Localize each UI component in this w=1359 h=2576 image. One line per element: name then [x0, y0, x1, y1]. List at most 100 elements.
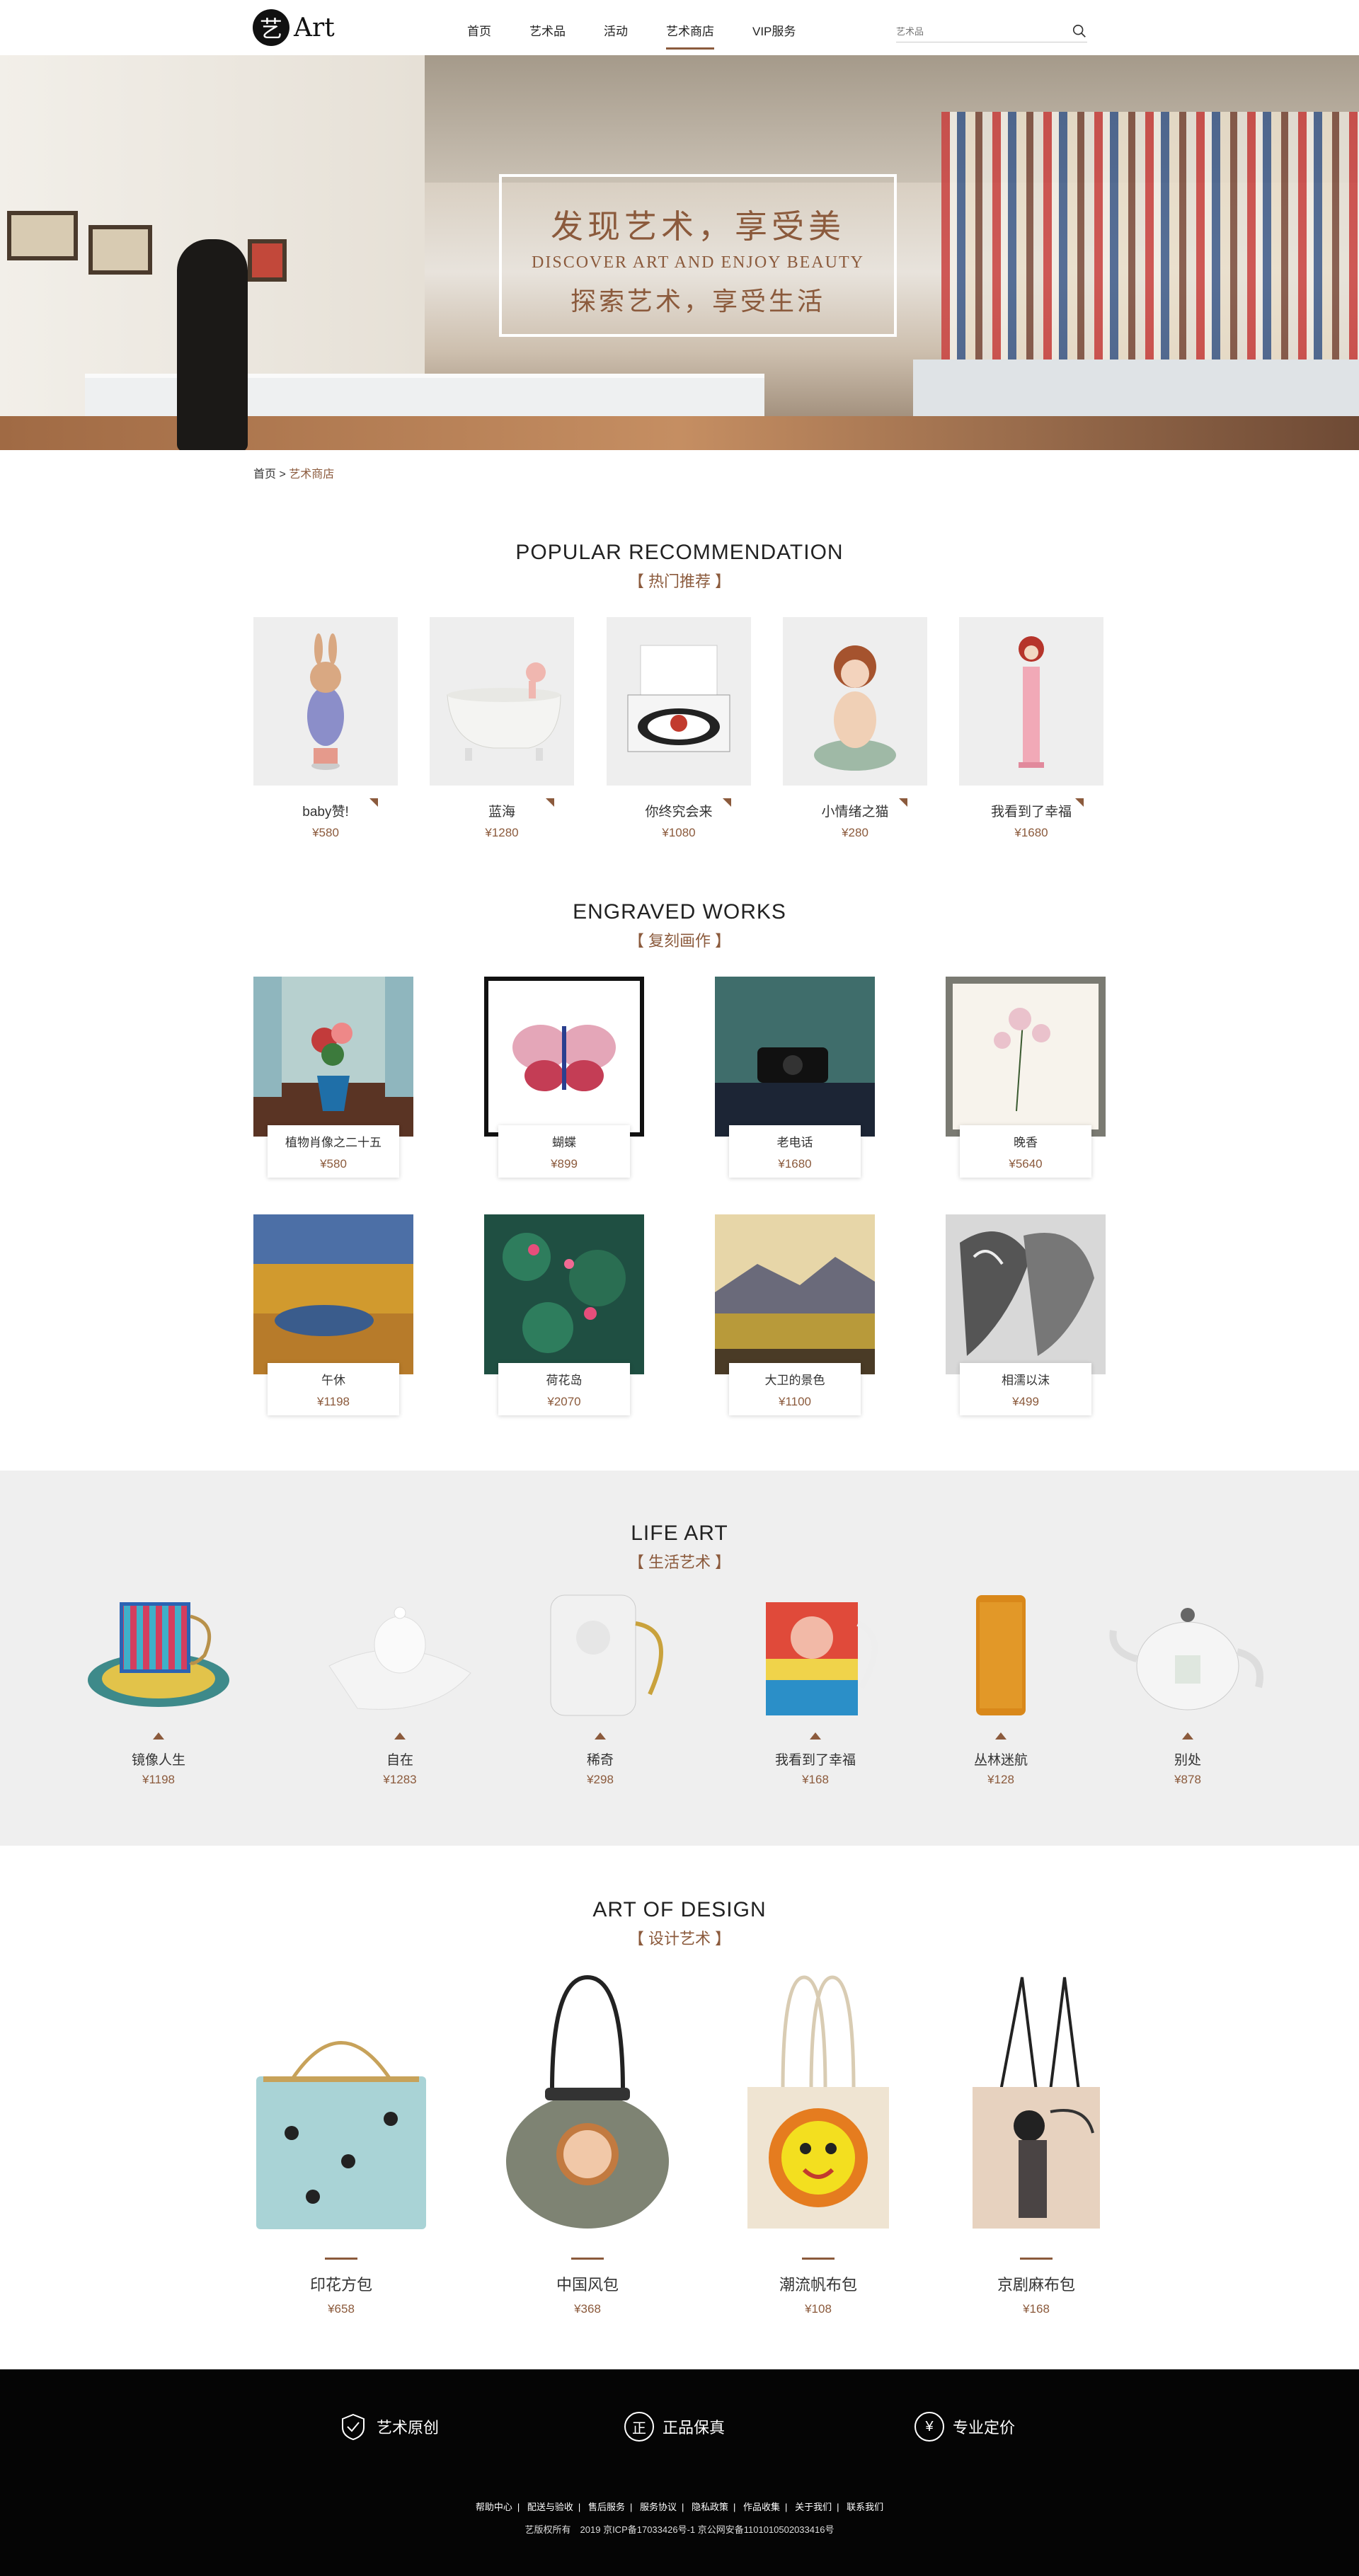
design-product[interactable]: 印花方包 ¥658: [249, 1963, 433, 2316]
design-product-image[interactable]: [944, 1963, 1128, 2232]
artwork-image[interactable]: [253, 977, 413, 1137]
artwork-price: ¥1680: [778, 1157, 812, 1171]
design-product-image[interactable]: [249, 1963, 433, 2232]
copyright-text: 艺版权所有 2019 京ICP备17033426号-1 京公网安备1101010…: [524, 2524, 835, 2535]
marker-icon: [394, 1732, 406, 1740]
artwork-card[interactable]: 蝴蝶 ¥899: [484, 977, 644, 1178]
artwork-image[interactable]: [946, 1214, 1106, 1374]
life-product[interactable]: 稀奇 ¥298: [508, 1588, 692, 1787]
artwork-card[interactable]: 老电话 ¥1680: [715, 977, 875, 1178]
product-image[interactable]: [253, 617, 398, 786]
design-product[interactable]: 中国风包 ¥368: [495, 1963, 680, 2316]
product-image[interactable]: [783, 617, 927, 786]
life-product-image[interactable]: [1096, 1588, 1280, 1723]
product-image[interactable]: [607, 617, 751, 786]
main-nav: 首页 艺术品 活动 艺术商店 VIP服务: [467, 0, 834, 55]
section-title-cn: 【 热门推荐 】: [628, 573, 731, 590]
artwork-image[interactable]: [715, 1214, 875, 1374]
footer-link-about[interactable]: 关于我们: [795, 2502, 832, 2512]
artwork-image[interactable]: [946, 977, 1106, 1137]
artwork-image[interactable]: [484, 977, 644, 1137]
artwork-card[interactable]: 午休 ¥1198: [253, 1214, 413, 1415]
artwork-card[interactable]: 荷花岛 ¥2070: [484, 1214, 644, 1415]
site-logo[interactable]: 艺 Art: [253, 9, 335, 46]
product-name: 蓝海: [430, 798, 574, 820]
artwork-image[interactable]: [484, 1214, 644, 1374]
life-product-image[interactable]: [67, 1588, 251, 1723]
section-title-en: LIFE ART: [631, 1522, 728, 1545]
footer-link-terms[interactable]: 服务协议: [640, 2502, 677, 2512]
search-input[interactable]: [896, 21, 1052, 41]
artwork-price: ¥1198: [316, 1395, 350, 1408]
section-title-cn: 【 生活艺术 】: [628, 1553, 731, 1571]
footer-link-contact[interactable]: 联系我们: [847, 2502, 883, 2512]
life-product-price: ¥298: [587, 1773, 614, 1786]
accent-line: [571, 2258, 604, 2260]
design-product-name: 潮流帆布包: [779, 2276, 857, 2294]
footer-link-after-sales[interactable]: 售后服务: [588, 2502, 625, 2512]
nav-item-events[interactable]: 活动: [604, 0, 628, 55]
nav-item-artworks[interactable]: 艺术品: [529, 0, 566, 55]
hero-text-box: 发现艺术，享受美 DISCOVER ART AND ENJOY BEAUTY 探…: [499, 174, 897, 337]
accent-line: [325, 2258, 357, 2260]
life-product[interactable]: 自在 ¥1283: [308, 1588, 492, 1787]
product-image[interactable]: [959, 617, 1103, 786]
artwork-info: 午休 ¥1198: [268, 1363, 399, 1415]
design-product[interactable]: 京剧麻布包 ¥168: [944, 1963, 1128, 2316]
hero-tagline: 探索艺术，享受生活: [570, 287, 825, 316]
accent-line: [1020, 2258, 1053, 2260]
life-product[interactable]: 丛林迷航 ¥128: [909, 1588, 1093, 1787]
life-product-name: 镜像人生: [131, 1753, 185, 1768]
life-product-image[interactable]: [508, 1588, 692, 1723]
accent-line: [802, 2258, 835, 2260]
life-product-name: 我看到了幸福: [774, 1753, 856, 1768]
hero-frame: [248, 239, 287, 282]
product-card[interactable]: 你终究会来 ¥1080: [607, 617, 751, 840]
marker-icon: [810, 1732, 821, 1740]
artwork-card[interactable]: 晚香 ¥5640: [946, 977, 1106, 1178]
breadcrumb-home[interactable]: 首页: [253, 468, 276, 481]
artwork-image[interactable]: [715, 977, 875, 1137]
hero-frame: [7, 211, 78, 260]
product-card[interactable]: baby赞! ¥580: [253, 617, 398, 840]
artwork-card[interactable]: 相濡以沫 ¥499: [946, 1214, 1106, 1415]
product-card[interactable]: 蓝海 ¥1280: [430, 617, 574, 840]
life-product-name: 自在: [386, 1753, 413, 1768]
life-product-price: ¥878: [1174, 1773, 1201, 1786]
design-product[interactable]: 潮流帆布包 ¥108: [726, 1963, 910, 2316]
footer-link-delivery[interactable]: 配送与验收: [527, 2502, 573, 2512]
search-icon[interactable]: [1072, 23, 1087, 39]
life-product[interactable]: 镜像人生 ¥1198: [67, 1588, 251, 1787]
design-product-image[interactable]: [726, 1963, 910, 2232]
footer-link-collection[interactable]: 作品收集: [743, 2502, 780, 2512]
product-card[interactable]: 小情绪之猫 ¥280: [783, 617, 927, 840]
product-card[interactable]: 我看到了幸福 ¥1680: [959, 617, 1103, 840]
nav-item-art-store[interactable]: 艺术商店: [666, 0, 714, 55]
artwork-card[interactable]: 植物肖像之二十五 ¥580: [253, 977, 413, 1178]
marker-icon: [995, 1732, 1007, 1740]
artwork-image[interactable]: [253, 1214, 413, 1374]
product-price: ¥1280: [485, 826, 519, 839]
product-price: ¥1680: [1014, 826, 1048, 839]
nav-item-vip[interactable]: VIP服务: [752, 0, 796, 55]
artwork-name: 午休: [321, 1374, 345, 1387]
artwork-card[interactable]: 大卫的景色 ¥1100: [715, 1214, 875, 1415]
design-product-image[interactable]: [495, 1963, 680, 2232]
artwork-name: 老电话: [776, 1136, 813, 1149]
life-product[interactable]: 别处 ¥878: [1096, 1588, 1280, 1787]
artwork-price: ¥1100: [778, 1395, 811, 1408]
footer-link-help[interactable]: 帮助中心: [476, 2502, 512, 2512]
life-product-image[interactable]: [909, 1588, 1093, 1723]
popular-section-title: POPULAR RECOMMENDATION 【 热门推荐 】: [0, 541, 1359, 592]
engraved-section-title: ENGRAVED WORKS 【 复刻画作 】: [0, 900, 1359, 951]
footer-link-privacy[interactable]: 隐私政策: [692, 2502, 728, 2512]
feature-pricing: ¥ 专业定价: [914, 2412, 1015, 2442]
artwork-info: 荷花岛 ¥2070: [498, 1363, 630, 1415]
life-product-image[interactable]: [308, 1588, 492, 1723]
product-image[interactable]: [430, 617, 574, 786]
nav-item-home[interactable]: 首页: [467, 0, 491, 55]
product-price: ¥280: [842, 826, 868, 839]
product-name: baby赞!: [253, 798, 398, 820]
life-product-image[interactable]: [723, 1588, 907, 1723]
life-product[interactable]: 我看到了幸福 ¥168: [723, 1588, 907, 1787]
